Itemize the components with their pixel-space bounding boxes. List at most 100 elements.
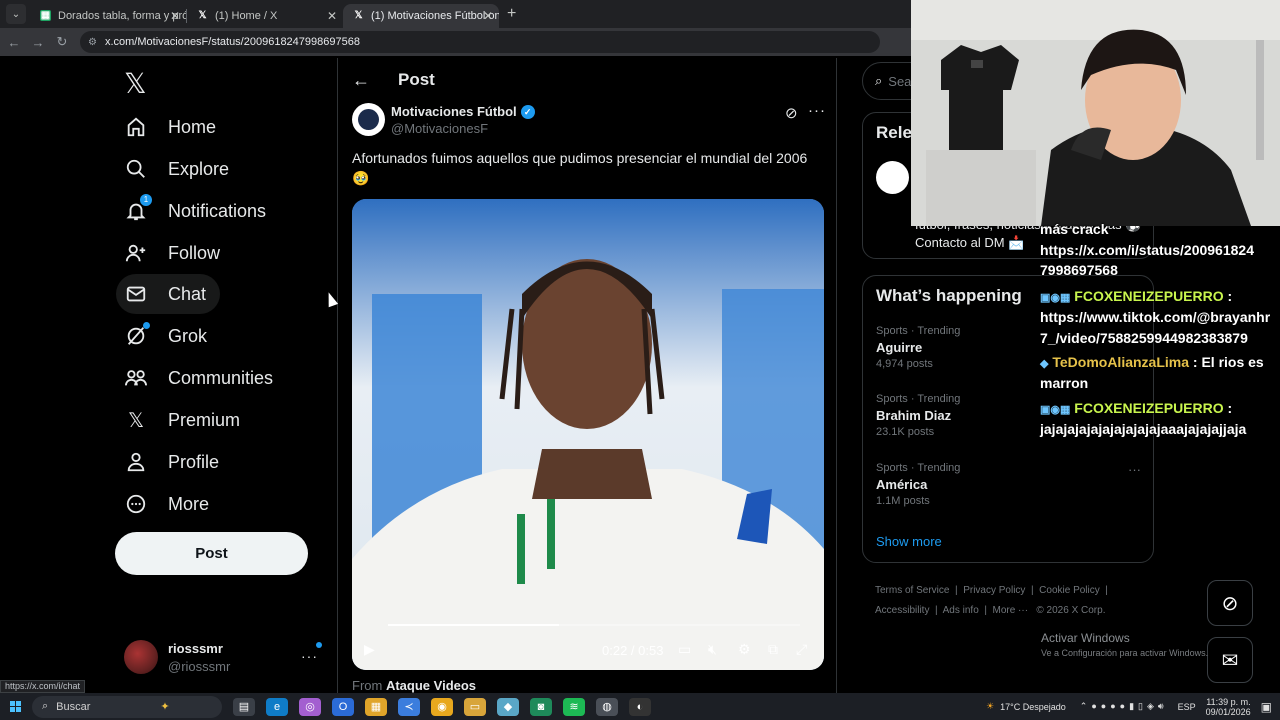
more-link[interactable]: More ··· (993, 605, 1029, 616)
sidebar-item-notifications[interactable]: 1 Notifications (116, 191, 280, 231)
chrome-canary-icon[interactable]: ◉ (431, 697, 453, 716)
back-icon[interactable]: ← (2, 35, 26, 50)
author-avatar[interactable] (876, 161, 909, 194)
copyright: © 2026 X Corp. (1036, 605, 1106, 616)
pip-icon[interactable]: ⧉ (768, 641, 778, 658)
post-button[interactable]: Post (115, 532, 308, 575)
ads-info-link[interactable]: Ads info (943, 605, 979, 616)
grok-icon[interactable]: ⊘ (785, 104, 798, 122)
back-arrow-icon[interactable]: ← (352, 70, 370, 91)
cookie-link[interactable]: Cookie Policy (1039, 585, 1100, 596)
captions-icon[interactable]: ▭ (678, 641, 691, 658)
browser-tab[interactable]: ▦ Dorados tabla, forma y próxim ✕ (30, 4, 186, 28)
sidebar-item-label: Chat (168, 283, 207, 304)
bell-icon: 1 (124, 194, 152, 223)
trend-item[interactable]: Sports · Trending América 1.1M posts (876, 462, 1136, 507)
windows-start-icon[interactable] (0, 701, 30, 712)
sidebar-item-chat[interactable]: Chat (116, 274, 221, 314)
address-bar[interactable]: ⚙ x.com/MotivacionesF/status/20096182479… (80, 31, 880, 53)
webcam-overlay (911, 0, 1280, 226)
edge-icon[interactable]: e (266, 697, 288, 716)
post-text: Afortunados fuimos aquellos que pudimos … (352, 150, 808, 186)
author-name-row[interactable]: Motivaciones Fútbol ✓ (391, 104, 535, 119)
outlook-icon[interactable]: O (332, 697, 354, 716)
browser-tab[interactable]: 𝕏 (1) Home / X ✕ (187, 4, 343, 28)
trend-more-icon[interactable]: ··· (1128, 462, 1141, 477)
privacy-link[interactable]: Privacy Policy (963, 585, 1025, 596)
video-attribution: From Ataque Videos (352, 678, 476, 693)
tab-search-chevron-icon[interactable]: ⌄ (6, 4, 26, 24)
clock-time: 11:39 p. m. (1206, 696, 1251, 707)
chat-badge-icons: ▣◉▦ (1040, 292, 1071, 304)
video-player[interactable]: ▶ 0:22 / 0:53 ▭ 🔇︎ ⚙ ⧉ ⤢ (352, 199, 824, 670)
account-switcher[interactable]: riosssmr @riosssmr ··· (122, 636, 332, 680)
sidebar-item-label: Follow (168, 242, 221, 263)
video-frame (352, 199, 824, 670)
forward-icon[interactable]: → (26, 35, 50, 50)
app-icon[interactable]: ◆ (497, 697, 519, 716)
weather-text: 17°C Despejado (1000, 701, 1066, 712)
close-tab-icon[interactable]: ✕ (170, 4, 180, 28)
from-source-link[interactable]: Ataque Videos (386, 678, 476, 693)
author-handle[interactable]: @MotivacionesF (391, 121, 488, 136)
mute-icon[interactable]: 🔇︎ (708, 641, 717, 658)
more-icon[interactable]: ··· (808, 102, 826, 119)
sidebar-item-label: Communities (168, 367, 274, 388)
page-title: Post (398, 70, 435, 89)
close-tab-icon[interactable]: ✕ (483, 4, 493, 28)
video-duration: 0:53 (638, 643, 664, 658)
clock[interactable]: 11:39 p. m. 09/01/2026 (1206, 697, 1251, 717)
settings-icon[interactable]: ⚙ (738, 641, 751, 658)
grok-fab-icon[interactable]: ⊘ (1207, 580, 1253, 626)
sidebar-item-label: Explore (168, 158, 230, 179)
spotify-icon[interactable]: ≋ (563, 697, 585, 716)
notification-center-icon[interactable]: ▣ (1261, 700, 1272, 714)
site-info-icon[interactable]: ⚙ (88, 37, 97, 48)
tray-icons[interactable]: ⌃●●●●▮▯◈🔊︎ (1080, 701, 1168, 712)
sidebar-item-explore[interactable]: Explore (116, 149, 243, 189)
chat-text: : (1223, 400, 1233, 416)
vscode-icon[interactable]: ≺ (398, 697, 420, 716)
chrome-icon[interactable]: ◍ (596, 697, 618, 716)
fullscreen-icon[interactable]: ⤢ (796, 641, 807, 658)
sidebar-item-premium[interactable]: 𝕏 Premium (116, 400, 254, 440)
browser-tab-active[interactable]: 𝕏 (1) Motivaciones Fútbol on X: ' ✕ (343, 4, 499, 28)
taskbar-search-label: Buscar (56, 700, 91, 713)
close-tab-icon[interactable]: ✕ (327, 4, 337, 28)
task-view-icon[interactable]: ▤ (233, 697, 255, 716)
new-tab-icon[interactable]: + (507, 5, 516, 23)
accessibility-link[interactable]: Accessibility (875, 605, 929, 616)
search-highlight-icon: ✦ (160, 701, 170, 713)
terms-link[interactable]: Terms of Service (875, 585, 949, 596)
url-text: x.com/MotivacionesF/status/2009618247998… (104, 36, 360, 48)
sidebar-item-more[interactable]: More (116, 484, 223, 524)
show-more-link[interactable]: Show more (876, 534, 942, 549)
obs-icon[interactable]: ◐ (629, 697, 651, 716)
sidebar-item-home[interactable]: Home (116, 107, 230, 147)
x-favicon-icon: 𝕏 (198, 10, 207, 21)
x-logo-icon[interactable]: 𝕏 (124, 68, 156, 100)
video-progress-bar[interactable] (388, 624, 800, 626)
chat-username: FCOXENEIZEPUERRO (1074, 288, 1224, 304)
webcam-feed (911, 0, 1280, 226)
copilot-icon[interactable]: ◎ (299, 697, 321, 716)
language-indicator[interactable]: ESP (1178, 702, 1196, 712)
more-icon[interactable]: ··· (301, 648, 318, 664)
add-person-icon (124, 241, 148, 265)
sidebar-item-follow[interactable]: Follow (116, 233, 234, 273)
reload-icon[interactable]: ↻ (50, 34, 74, 50)
sidebar-item-profile[interactable]: Profile (116, 442, 233, 482)
app-icon[interactable]: ◙ (530, 697, 552, 716)
messages-fab-icon[interactable]: ✉ (1207, 637, 1253, 683)
post-column: ← Post Motivaciones Fútbol ✓ @Motivacion… (337, 58, 837, 693)
sidebar-item-communities[interactable]: Communities (116, 358, 287, 398)
file-explorer-icon[interactable]: ▭ (464, 697, 486, 716)
sidebar-item-label: Profile (168, 451, 220, 472)
system-tray: ☀ 17°C Despejado ⌃●●●●▮▯◈🔊︎ ESP 11:39 p.… (986, 693, 1280, 720)
play-icon[interactable]: ▶ (364, 641, 375, 658)
taskbar-search[interactable]: ⌕ Buscar ✦ (32, 695, 222, 718)
author-avatar[interactable] (352, 103, 385, 136)
video-time: 0:22 / 0:53 (602, 643, 664, 658)
sidebar-item-grok[interactable]: Grok (116, 316, 221, 356)
store-icon[interactable]: ▦ (365, 697, 387, 716)
